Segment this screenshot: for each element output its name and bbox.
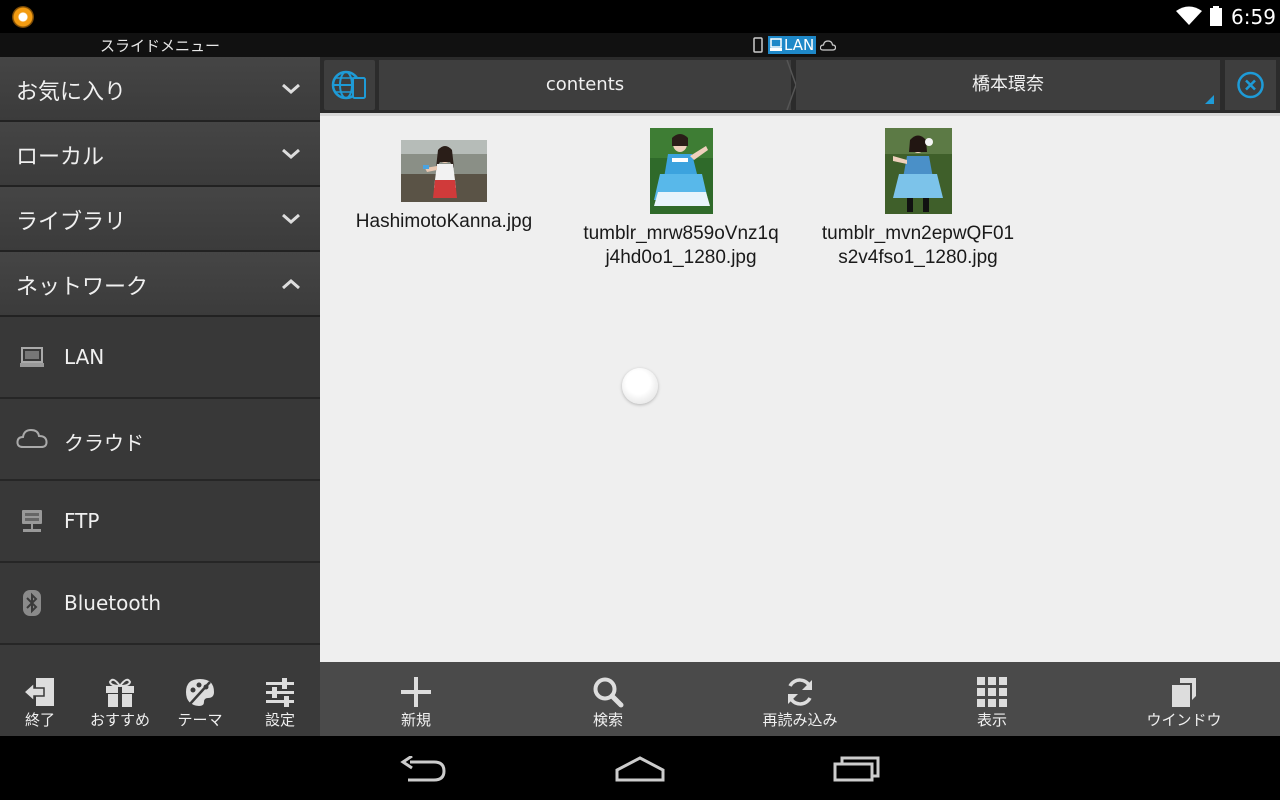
sidebar-item-label: LAN	[64, 345, 105, 369]
category-label: ネットワーク	[16, 275, 149, 300]
category-favorites[interactable]: お気に入り	[0, 57, 320, 122]
theme-button[interactable]: テーマ	[160, 662, 240, 736]
lan-tag-label: LAN	[784, 36, 815, 54]
back-icon[interactable]	[400, 756, 448, 784]
file-item[interactable]: tumblr_mvn2epwQF01 s2v4fso1_1280.jpg	[798, 128, 1038, 270]
new-button[interactable]: 新規	[320, 662, 512, 736]
dropdown-corner-icon	[1205, 95, 1214, 104]
breadcrumb-current-label: 橋本環奈	[972, 74, 1044, 95]
settings-button[interactable]: 設定	[240, 662, 320, 736]
file-name: HashimotoKanna.jpg	[355, 211, 533, 232]
loading-spinner	[622, 368, 658, 404]
toolbar-label: 再読み込み	[762, 711, 838, 729]
category-label: お気に入り	[16, 80, 127, 105]
sidebar-item-label: クラウド	[64, 431, 144, 455]
file-item[interactable]: tumblr_mrw859oVnz1q j4hd0o1_1280.jpg	[561, 128, 801, 270]
slide-menu: お気に入り ローカル ライブラリ ネットワーク LAN クラウド FTP Blu…	[0, 57, 320, 662]
recent-apps-icon[interactable]	[832, 756, 882, 782]
cloud-icon	[16, 428, 48, 448]
chevron-down-icon	[282, 214, 300, 224]
close-button[interactable]	[1225, 60, 1276, 110]
exit-icon	[22, 678, 54, 706]
chevron-down-icon	[282, 84, 300, 94]
toolbar-label: 表示	[976, 711, 1007, 729]
category-network[interactable]: ネットワーク	[0, 252, 320, 317]
category-label: ライブラリ	[16, 210, 127, 235]
window-button[interactable]: ウインドウ	[1088, 662, 1280, 736]
sidebar-item-bluetooth[interactable]: Bluetooth	[0, 563, 320, 645]
sidebar-item-label: FTP	[64, 509, 100, 533]
toolbar-label: 検索	[592, 711, 623, 729]
toolbar-label: テーマ	[177, 711, 223, 729]
recommend-button[interactable]: おすすめ	[80, 662, 160, 736]
chevron-down-icon	[282, 149, 300, 159]
cloud-small-icon	[820, 40, 837, 51]
toolbar-label: ウインドウ	[1146, 711, 1222, 729]
image-thumbnail	[649, 128, 713, 214]
clock: 6:59	[1231, 5, 1276, 29]
category-local[interactable]: ローカル	[0, 122, 320, 187]
sidebar-item-ftp[interactable]: FTP	[0, 481, 320, 563]
breadcrumb-current-folder[interactable]: 橋本環奈	[796, 60, 1220, 110]
reload-button[interactable]: 再読み込み	[704, 662, 896, 736]
windows-icon	[1172, 678, 1196, 707]
search-icon	[593, 677, 624, 708]
file-name: tumblr_mrw859oVnz1q j4hd0o1_1280.jpg	[583, 223, 779, 268]
lan-tag: LAN	[768, 36, 817, 54]
status-bar: 6:59	[0, 0, 1280, 33]
lan-small-icon	[770, 38, 782, 51]
exit-button[interactable]: 終了	[0, 662, 80, 736]
gift-icon	[106, 678, 134, 707]
phone-icon	[753, 37, 763, 53]
sidebar-item-lan[interactable]: LAN	[0, 317, 320, 399]
system-navigation-bar	[0, 736, 1280, 800]
home-icon[interactable]	[615, 756, 665, 782]
view-button[interactable]: 表示	[896, 662, 1088, 736]
toolbar-label: おすすめ	[89, 711, 150, 729]
palette-icon	[186, 679, 214, 706]
network-location-button[interactable]	[324, 60, 375, 110]
refresh-icon	[788, 678, 812, 706]
toolbar-label: 新規	[400, 711, 431, 729]
path-bar: contents 橋本環奈	[320, 57, 1280, 113]
bluetooth-icon	[23, 590, 41, 616]
battery-icon	[1210, 6, 1222, 26]
sidebar-toolbar: 終了 おすすめ テーマ 設定	[0, 662, 320, 736]
toolbar-label: 終了	[24, 711, 55, 729]
sidebar-item-label: Bluetooth	[64, 591, 162, 615]
plus-icon	[401, 677, 431, 707]
search-button[interactable]: 検索	[512, 662, 704, 736]
wifi-icon	[1176, 6, 1202, 25]
grid-icon	[977, 677, 1007, 707]
category-label: ローカル	[16, 145, 105, 170]
main-toolbar: 新規 検索 再読み込み 表示 ウインドウ	[320, 662, 1280, 736]
file-item[interactable]: HashimotoKanna.jpg	[324, 140, 564, 234]
file-name: tumblr_mvn2epwQF01 s2v4fso1_1280.jpg	[821, 223, 1015, 268]
category-library[interactable]: ライブラリ	[0, 187, 320, 252]
settings-sliders-icon	[266, 678, 294, 707]
image-thumbnail	[401, 140, 487, 202]
file-grid: HashimotoKanna.jpg tumblr_mrw859oVnz1q j…	[320, 113, 1280, 662]
globe-device-icon	[331, 70, 366, 100]
ftp-server-icon	[22, 510, 42, 532]
toolbar-label: 設定	[264, 711, 295, 729]
close-icon	[1237, 71, 1264, 99]
app-orange-icon	[12, 6, 34, 28]
connection-indicator: LAN	[752, 35, 837, 55]
slide-menu-title: スライドメニュー	[99, 37, 220, 55]
image-thumbnail	[884, 128, 952, 214]
breadcrumb-contents[interactable]: contents	[379, 60, 791, 110]
laptop-icon	[20, 347, 44, 367]
chevron-up-icon	[282, 279, 300, 289]
sidebar-item-cloud[interactable]: クラウド	[0, 399, 320, 481]
sub-header: スライドメニュー LAN	[0, 33, 1280, 57]
